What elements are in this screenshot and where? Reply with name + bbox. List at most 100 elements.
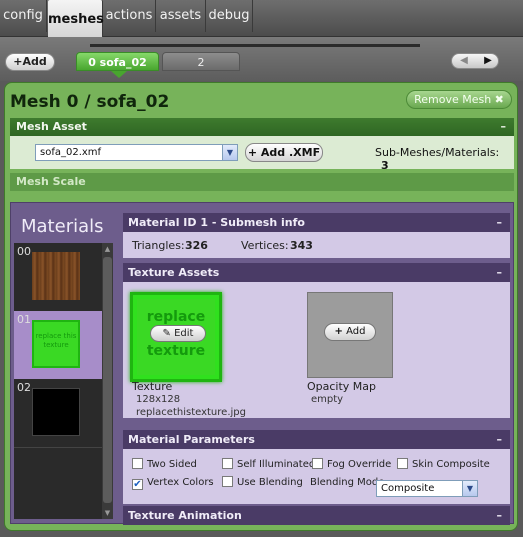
skin-composite-checkbox[interactable]: Skin Composite [397,458,490,472]
vertices-value: 343 [290,239,313,252]
texture-image-text: replace [146,309,206,325]
checkbox-icon [132,458,143,469]
checkbox-label: Vertex Colors [147,477,214,488]
list-divider [14,447,102,448]
material-item-01[interactable]: 01 replace this texture [14,311,102,379]
add-mesh-button[interactable]: +Add [5,53,55,71]
add-opacity-button[interactable]: + Add [324,323,376,341]
material-number: 01 [17,313,31,326]
fog-override-checkbox[interactable]: Fog Override [312,458,391,472]
mesh-asset-title: Mesh Asset [16,120,87,133]
mesh-asset-row: sofa_02.xmf ▼ + Add .XMF Sub-Meshes/Mate… [10,136,514,172]
mesh-file-value: sofa_02.xmf [40,147,102,158]
triangles-label: Triangles: [132,239,185,252]
mesh-nav-arrows: ◀ ▶ [451,53,499,69]
mesh-scale-header[interactable]: Mesh Scale [10,173,514,191]
checkmark-icon: ✔ [132,479,143,490]
pencil-icon: ✎ [162,328,171,339]
triangles-value: 326 [185,239,208,252]
material-list: 00 01 replace this texture 02 ▲ ▼ [14,243,113,519]
opacity-map-value: empty [311,394,344,405]
texture-animation-header[interactable]: Texture Animation – [123,506,510,525]
texture-size: 128x128 [136,394,181,405]
checkbox-icon [222,458,233,469]
mesh-asset-header[interactable]: Mesh Asset – [10,118,514,136]
tab-assets[interactable]: assets [156,0,206,32]
remove-mesh-button[interactable]: Remove Mesh ✖ [406,90,512,109]
submesh-info-body: Triangles: 326 Vertices: 343 [123,232,510,258]
mesh-tab-0[interactable]: 0 sofa_02 [76,52,159,71]
opacity-map-slot[interactable]: + Add [307,292,393,378]
checkbox-label: Use Blending [237,477,303,488]
mesh-selector-bar: +Add 0 sofa_02 2 ◀ ▶ [0,37,523,81]
texture-slot[interactable]: replace texture ✎ Edit [130,292,222,382]
blending-mode-label: Blending Mode [310,477,385,488]
material-params-header[interactable]: Material Parameters – [123,430,510,449]
material-number: 02 [17,381,31,394]
texture-animation-title: Texture Animation [128,509,242,522]
tab-meshes[interactable]: meshes [48,0,104,37]
page-title: Mesh 0 / sofa_02 [10,92,170,112]
collapse-icon[interactable]: – [497,430,503,449]
scroll-down-icon[interactable]: ▼ [102,507,113,519]
material-item-00[interactable]: 00 [14,243,102,311]
blending-mode-select[interactable]: Composite ▼ [376,480,478,497]
submesh-label: Sub-Meshes/Materials: [375,146,500,159]
material-params-title: Material Parameters [128,433,255,446]
material-params-body: Two Sided Self Illuminated Fog Override … [123,449,510,504]
chevron-down-icon[interactable]: ▼ [462,481,477,496]
texture-assets-title: Texture Assets [128,266,220,279]
submesh-count: Sub-Meshes/Materials: 3 [375,146,514,172]
checkbox-icon [397,458,408,469]
checkbox-label: Self Illuminated [237,459,316,470]
texture-file: replacethistexture.jpg [136,407,246,418]
wood-texture-thumbnail [32,252,80,300]
collapse-icon[interactable]: – [497,213,503,232]
material-scrollbar[interactable]: ▲ ▼ [102,243,113,519]
texture-label: Texture [132,380,173,393]
blending-mode-value: Composite [381,483,435,494]
tab-config[interactable]: config [0,0,47,32]
chevron-down-icon[interactable]: ▼ [222,145,237,160]
checkbox-icon [222,476,233,487]
edit-texture-button[interactable]: ✎ Edit [150,325,206,342]
mesh-file-select[interactable]: sofa_02.xmf ▼ [35,144,238,161]
texture-assets-header[interactable]: Texture Assets – [123,263,510,282]
tab-actions[interactable]: actions [103,0,156,32]
tab-debug[interactable]: debug [206,0,253,32]
vertices-label: Vertices: [241,239,289,252]
checkbox-label: Fog Override [327,459,392,470]
vertex-colors-checkbox[interactable]: ✔ Vertex Colors [132,476,214,490]
scroll-up-icon[interactable]: ▲ [102,243,113,255]
plus-icon: + [334,326,343,337]
scroll-thumb[interactable] [103,257,112,503]
black-texture-thumbnail [32,388,80,436]
use-blending-checkbox[interactable]: Use Blending [222,476,303,490]
texture-image-text: texture [146,343,206,359]
materials-panel: Materials 00 01 replace this texture 02 … [10,202,514,525]
selected-mesh-pointer [111,71,127,78]
add-label: Add [346,326,366,337]
collapse-icon[interactable]: – [501,118,507,136]
next-arrow-icon[interactable]: ▶ [476,54,500,68]
opacity-map-label: Opacity Map [307,380,377,393]
top-tab-bar: config meshes actions assets debug [0,0,523,37]
submesh-info-title: Material ID 1 - Submesh info [128,216,305,229]
prev-arrow-icon[interactable]: ◀ [452,54,476,68]
materials-title: Materials [21,216,104,237]
submesh-value: 3 [381,159,389,172]
checkbox-label: Two Sided [147,459,197,470]
mesh-scroll-track[interactable] [90,44,420,47]
checkbox-label: Skin Composite [412,459,490,470]
mesh-tab-2[interactable]: 2 [162,52,240,71]
two-sided-checkbox[interactable]: Two Sided [132,458,197,472]
checkbox-icon [312,458,323,469]
collapse-icon[interactable]: – [497,506,503,525]
mesh-panel: Mesh 0 / sofa_02 Remove Mesh ✖ Mesh Asse… [4,82,518,531]
add-xmf-button[interactable]: + Add .XMF [245,143,323,162]
material-item-02[interactable]: 02 [14,379,102,447]
edit-label: Edit [174,328,194,339]
collapse-icon[interactable]: – [497,263,503,282]
self-illuminated-checkbox[interactable]: Self Illuminated [222,458,315,472]
submesh-info-header[interactable]: Material ID 1 - Submesh info – [123,213,510,232]
